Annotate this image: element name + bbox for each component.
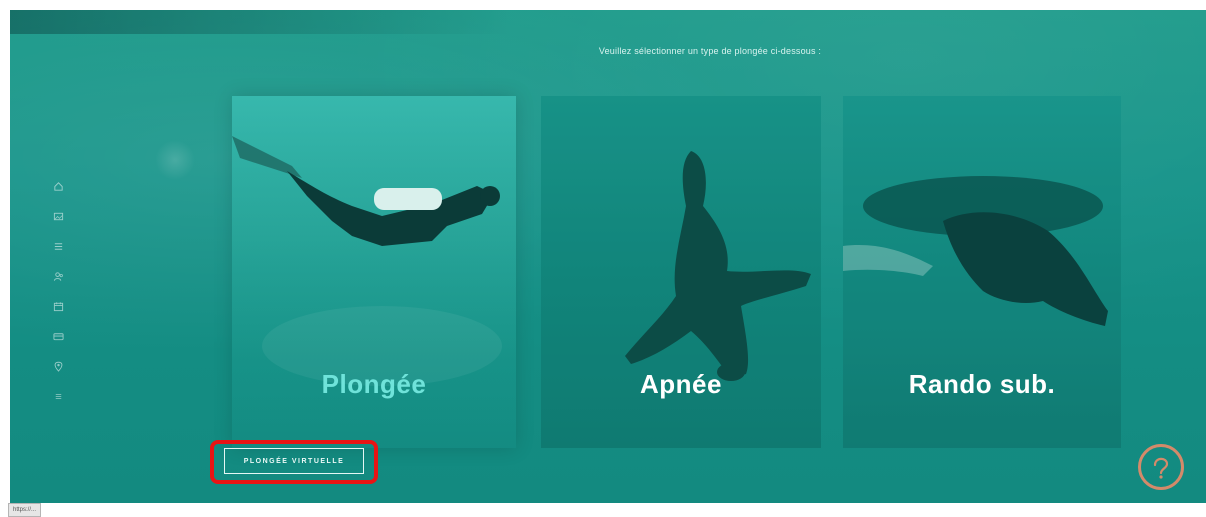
menu-icon[interactable] [52, 390, 64, 402]
question-icon [1153, 457, 1169, 479]
image-icon[interactable] [52, 210, 64, 222]
virtual-dive-button[interactable]: PLONGÉE VIRTUELLE [224, 448, 364, 474]
card-rando-sub[interactable]: Rando sub. [843, 96, 1121, 448]
card-label-apnee: Apnée [640, 369, 722, 399]
location-pin-icon[interactable] [52, 360, 64, 372]
sidebar-nav [46, 180, 70, 500]
card-apnee[interactable]: Apnée [541, 96, 821, 448]
users-icon[interactable] [52, 270, 64, 282]
card-plongee[interactable]: Plongée [232, 96, 516, 448]
home-icon[interactable] [52, 180, 64, 192]
instruction-text: Veuillez sélectionner un type de plongée… [598, 46, 822, 56]
light-spot [155, 140, 195, 180]
help-button[interactable] [1138, 444, 1184, 490]
status-bar-url: https://... [8, 503, 42, 517]
list-icon[interactable] [52, 240, 64, 252]
calendar-icon[interactable] [52, 300, 64, 312]
card-icon[interactable] [52, 330, 64, 342]
top-decoration [10, 10, 510, 34]
dive-selection-screen: Veuillez sélectionner un type de plongée… [10, 10, 1206, 503]
card-label-rando-sub: Rando sub. [908, 369, 1056, 399]
card-label-plongee: Plongée [321, 369, 427, 399]
